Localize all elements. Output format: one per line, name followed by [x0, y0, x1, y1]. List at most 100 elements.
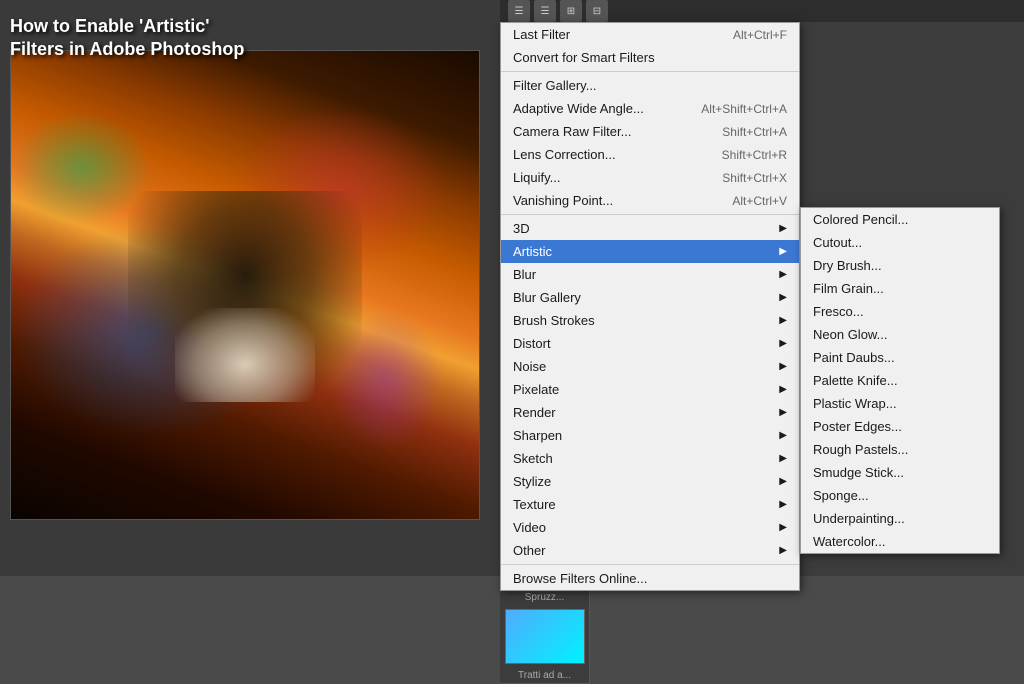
last-filter-label: Last Filter [513, 27, 570, 42]
screen: How to Enable 'Artistic' Filters in Adob… [0, 0, 1024, 576]
menu-item-stylize[interactable]: Stylize ▶ [501, 470, 799, 493]
brush-strokes-label: Brush Strokes [513, 313, 595, 328]
submenu-item-underpainting[interactable]: Underpainting... [801, 507, 999, 530]
other-arrow: ▶ [779, 545, 787, 556]
3d-arrow: ▶ [779, 223, 787, 234]
menu-item-lens-correction[interactable]: Lens Correction... Shift+Ctrl+R [501, 143, 799, 166]
noise-label: Noise [513, 359, 546, 374]
menu-item-vanishing-point[interactable]: Vanishing Point... Alt+Ctrl+V [501, 189, 799, 212]
smudge-stick-label: Smudge Stick... [813, 465, 904, 480]
submenu-item-sponge[interactable]: Sponge... [801, 484, 999, 507]
filter-gallery-label: Filter Gallery... [513, 78, 597, 93]
sketch-label: Sketch [513, 451, 553, 466]
pixelate-label: Pixelate [513, 382, 559, 397]
menu-item-artistic[interactable]: Artistic ▶ [501, 240, 799, 263]
submenu-item-poster-edges[interactable]: Poster Edges... [801, 415, 999, 438]
sharpen-label: Sharpen [513, 428, 562, 443]
video-arrow: ▶ [779, 522, 787, 533]
menu-item-sketch[interactable]: Sketch ▶ [501, 447, 799, 470]
lion-image [10, 50, 480, 520]
menu-item-blur-gallery[interactable]: Blur Gallery ▶ [501, 286, 799, 309]
menu-item-texture[interactable]: Texture ▶ [501, 493, 799, 516]
film-grain-label: Film Grain... [813, 281, 884, 296]
title-text: How to Enable 'Artistic' Filters in Adob… [10, 15, 244, 62]
browse-filters-label: Browse Filters Online... [513, 571, 647, 586]
toolbar-icon-4[interactable]: ⊟ [586, 0, 608, 22]
sketch-arrow: ▶ [779, 453, 787, 464]
sharpen-arrow: ▶ [779, 430, 787, 441]
3d-label: 3D [513, 221, 530, 236]
right-panel: ☰ ☰ ⊞ ⊟ ▼ Art... ▼ Dis... [500, 0, 1024, 576]
other-label: Other [513, 543, 546, 558]
stylize-arrow: ▶ [779, 476, 787, 487]
menu-item-liquify[interactable]: Liquify... Shift+Ctrl+X [501, 166, 799, 189]
submenu-item-dry-brush[interactable]: Dry Brush... [801, 254, 999, 277]
blur-gallery-arrow: ▶ [779, 292, 787, 303]
last-filter-shortcut: Alt+Ctrl+F [733, 28, 787, 42]
sponge-label: Sponge... [813, 488, 869, 503]
menu-item-last-filter[interactable]: Last Filter Alt+Ctrl+F [501, 23, 799, 46]
poster-edges-label: Poster Edges... [813, 419, 902, 434]
menu-item-adaptive-wide[interactable]: Adaptive Wide Angle... Alt+Shift+Ctrl+A [501, 97, 799, 120]
artistic-submenu: Colored Pencil... Cutout... Dry Brush...… [800, 207, 1000, 554]
submenu-item-rough-pastels[interactable]: Rough Pastels... [801, 438, 999, 461]
menu-item-noise[interactable]: Noise ▶ [501, 355, 799, 378]
toolbar-icon-2[interactable]: ☰ [534, 0, 556, 22]
menu-item-blur[interactable]: Blur ▶ [501, 263, 799, 286]
divider-3 [501, 564, 799, 565]
submenu-item-fresco[interactable]: Fresco... [801, 300, 999, 323]
paint-daubs-label: Paint Daubs... [813, 350, 895, 365]
menu-item-filter-gallery[interactable]: Filter Gallery... [501, 74, 799, 97]
palette-knife-label: Palette Knife... [813, 373, 898, 388]
sidebar-thumbnail-label-spruzz: Spruzz... [500, 590, 589, 605]
menu-item-render[interactable]: Render ▶ [501, 401, 799, 424]
artistic-arrow: ▶ [779, 246, 787, 257]
main-filter-menu: Last Filter Alt+Ctrl+F Convert for Smart… [500, 22, 800, 591]
menu-item-browse-filters[interactable]: Browse Filters Online... [501, 567, 799, 590]
artistic-label: Artistic [513, 244, 552, 259]
menu-item-brush-strokes[interactable]: Brush Strokes ▶ [501, 309, 799, 332]
submenu-item-film-grain[interactable]: Film Grain... [801, 277, 999, 300]
underpainting-label: Underpainting... [813, 511, 905, 526]
adaptive-wide-label: Adaptive Wide Angle... [513, 101, 644, 116]
blur-gallery-label: Blur Gallery [513, 290, 581, 305]
submenu-item-palette-knife[interactable]: Palette Knife... [801, 369, 999, 392]
sidebar-thumbnail-tratti[interactable] [505, 609, 585, 664]
submenu-item-plastic-wrap[interactable]: Plastic Wrap... [801, 392, 999, 415]
submenu-item-neon-glow[interactable]: Neon Glow... [801, 323, 999, 346]
dropdown-container: Last Filter Alt+Ctrl+F Convert for Smart… [500, 22, 800, 591]
render-label: Render [513, 405, 556, 420]
watercolor-label: Watercolor... [813, 534, 885, 549]
noise-arrow: ▶ [779, 361, 787, 372]
menu-item-distort[interactable]: Distort ▶ [501, 332, 799, 355]
menu-item-video[interactable]: Video ▶ [501, 516, 799, 539]
submenu-item-paint-daubs[interactable]: Paint Daubs... [801, 346, 999, 369]
texture-arrow: ▶ [779, 499, 787, 510]
neon-glow-label: Neon Glow... [813, 327, 887, 342]
submenu-item-smudge-stick[interactable]: Smudge Stick... [801, 461, 999, 484]
menu-item-pixelate[interactable]: Pixelate ▶ [501, 378, 799, 401]
texture-label: Texture [513, 497, 556, 512]
submenu-item-watercolor[interactable]: Watercolor... [801, 530, 999, 553]
toolbar: ☰ ☰ ⊞ ⊟ [500, 0, 1024, 22]
toolbar-icon-3[interactable]: ⊞ [560, 0, 582, 22]
pixelate-arrow: ▶ [779, 384, 787, 395]
stylize-label: Stylize [513, 474, 551, 489]
menu-item-3d[interactable]: 3D ▶ [501, 217, 799, 240]
submenu-item-cutout[interactable]: Cutout... [801, 231, 999, 254]
title-line2: Filters in Adobe Photoshop [10, 38, 244, 61]
title-line1: How to Enable 'Artistic' [10, 15, 244, 38]
divider-1 [501, 71, 799, 72]
menu-item-other[interactable]: Other ▶ [501, 539, 799, 562]
sidebar-thumbnail-label-tratti: Tratti ad a... [500, 668, 589, 683]
camera-raw-shortcut: Shift+Ctrl+A [722, 125, 787, 139]
brush-strokes-arrow: ▶ [779, 315, 787, 326]
submenu-item-colored-pencil[interactable]: Colored Pencil... [801, 208, 999, 231]
menu-item-convert-smart[interactable]: Convert for Smart Filters [501, 46, 799, 69]
distort-label: Distort [513, 336, 551, 351]
menu-item-camera-raw[interactable]: Camera Raw Filter... Shift+Ctrl+A [501, 120, 799, 143]
toolbar-icon-1[interactable]: ☰ [508, 0, 530, 22]
menu-item-sharpen[interactable]: Sharpen ▶ [501, 424, 799, 447]
rough-pastels-label: Rough Pastels... [813, 442, 908, 457]
dry-brush-label: Dry Brush... [813, 258, 882, 273]
